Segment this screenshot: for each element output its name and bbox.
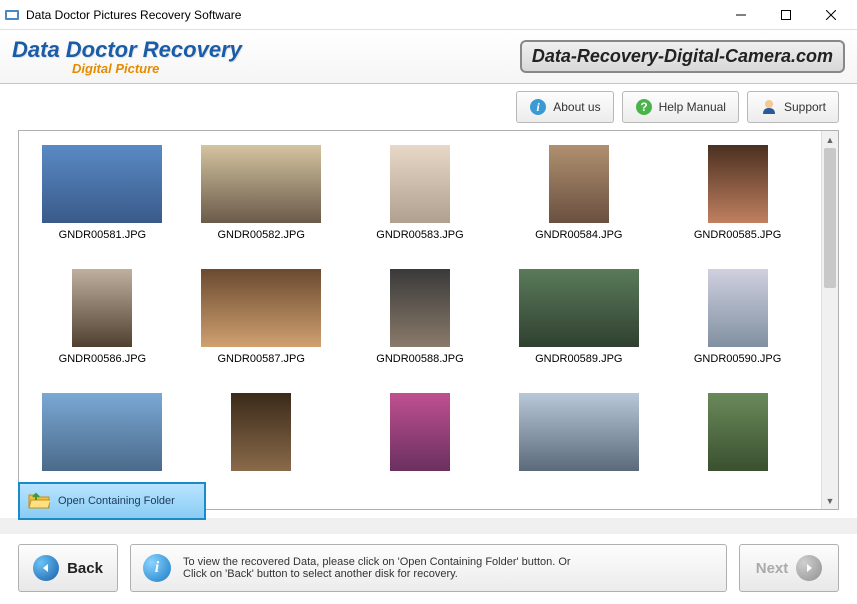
brand-subtitle: Digital Picture bbox=[72, 61, 520, 76]
file-item[interactable]: GNDR00590.JPG bbox=[662, 269, 813, 383]
file-item[interactable]: GNDR00583.JPG bbox=[345, 145, 496, 259]
thumbnail-image bbox=[549, 145, 609, 223]
file-item[interactable]: GNDR00587.JPG bbox=[186, 269, 337, 383]
back-label: Back bbox=[67, 560, 103, 577]
file-item[interactable] bbox=[503, 393, 654, 495]
brand-title: Data Doctor Recovery bbox=[12, 37, 520, 63]
thumbnail-image bbox=[390, 269, 450, 347]
open-containing-folder-button[interactable]: Open Containing Folder bbox=[18, 482, 206, 520]
thumbnail-image bbox=[72, 269, 132, 347]
about-label: About us bbox=[553, 100, 600, 114]
file-item[interactable]: GNDR00581.JPG bbox=[27, 145, 178, 259]
thumbnail-image bbox=[201, 269, 321, 347]
file-name: GNDR00590.JPG bbox=[694, 353, 781, 365]
info-line-2: Click on 'Back' button to select another… bbox=[183, 568, 571, 580]
file-name: GNDR00585.JPG bbox=[694, 229, 781, 241]
support-label: Support bbox=[784, 100, 826, 114]
thumbnail-image bbox=[201, 145, 321, 223]
file-item[interactable]: GNDR00585.JPG bbox=[662, 145, 813, 259]
file-item[interactable] bbox=[27, 393, 178, 495]
open-folder-label: Open Containing Folder bbox=[58, 495, 175, 507]
thumbnail-image bbox=[708, 393, 768, 471]
file-item[interactable]: GNDR00589.JPG bbox=[503, 269, 654, 383]
scrollbar[interactable]: ▲ ▼ bbox=[821, 131, 838, 509]
file-name: GNDR00588.JPG bbox=[376, 353, 463, 365]
gallery-panel: GNDR00581.JPG GNDR00582.JPG GNDR00583.JP… bbox=[18, 130, 839, 510]
file-name: GNDR00589.JPG bbox=[535, 353, 622, 365]
header: Data Doctor Recovery Digital Picture Dat… bbox=[0, 30, 857, 84]
thumbnail-image bbox=[390, 145, 450, 223]
file-item[interactable] bbox=[345, 393, 496, 495]
help-icon: ? bbox=[635, 98, 653, 116]
file-name: GNDR00587.JPG bbox=[217, 353, 304, 365]
info-line-1: To view the recovered Data, please click… bbox=[183, 556, 571, 568]
file-item[interactable]: GNDR00584.JPG bbox=[503, 145, 654, 259]
info-text: To view the recovered Data, please click… bbox=[183, 556, 571, 580]
info-panel: i To view the recovered Data, please cli… bbox=[130, 544, 727, 592]
thumbnail-image bbox=[42, 145, 162, 223]
footer: Back i To view the recovered Data, pleas… bbox=[0, 534, 857, 604]
minimize-button[interactable] bbox=[718, 1, 763, 29]
content-area: GNDR00581.JPG GNDR00582.JPG GNDR00583.JP… bbox=[0, 130, 857, 518]
file-item[interactable]: GNDR00582.JPG bbox=[186, 145, 337, 259]
file-item[interactable]: GNDR00588.JPG bbox=[345, 269, 496, 383]
app-icon bbox=[4, 7, 20, 23]
file-name: GNDR00586.JPG bbox=[59, 353, 146, 365]
window-title: Data Doctor Pictures Recovery Software bbox=[26, 8, 718, 22]
close-button[interactable] bbox=[808, 1, 853, 29]
arrow-left-icon bbox=[33, 555, 59, 581]
thumbnail-image bbox=[42, 393, 162, 471]
next-label: Next bbox=[756, 560, 789, 577]
arrow-right-icon bbox=[796, 555, 822, 581]
help-button[interactable]: ? Help Manual bbox=[622, 91, 739, 123]
info-icon: i bbox=[529, 98, 547, 116]
scroll-up-icon[interactable]: ▲ bbox=[822, 131, 838, 148]
file-name: GNDR00582.JPG bbox=[217, 229, 304, 241]
help-label: Help Manual bbox=[659, 100, 726, 114]
site-badge: Data-Recovery-Digital-Camera.com bbox=[520, 40, 845, 73]
file-name: GNDR00581.JPG bbox=[59, 229, 146, 241]
maximize-button[interactable] bbox=[763, 1, 808, 29]
info-icon: i bbox=[143, 554, 171, 582]
thumbnail-image bbox=[390, 393, 450, 471]
toolbar: i About us ? Help Manual Support bbox=[0, 84, 857, 130]
scroll-down-icon[interactable]: ▼ bbox=[822, 492, 838, 509]
file-name: GNDR00583.JPG bbox=[376, 229, 463, 241]
about-button[interactable]: i About us bbox=[516, 91, 613, 123]
titlebar: Data Doctor Pictures Recovery Software bbox=[0, 0, 857, 30]
thumbnail-image bbox=[519, 393, 639, 471]
support-button[interactable]: Support bbox=[747, 91, 839, 123]
next-button: Next bbox=[739, 544, 839, 592]
svg-text:?: ? bbox=[640, 100, 647, 114]
thumbnail-image bbox=[519, 269, 639, 347]
file-item[interactable] bbox=[662, 393, 813, 495]
thumbnail-image bbox=[708, 145, 768, 223]
thumbnail-image bbox=[231, 393, 291, 471]
file-item[interactable]: GNDR00586.JPG bbox=[27, 269, 178, 383]
brand: Data Doctor Recovery Digital Picture bbox=[12, 37, 520, 76]
file-name: GNDR00584.JPG bbox=[535, 229, 622, 241]
scroll-thumb[interactable] bbox=[824, 148, 836, 288]
thumbnail-image bbox=[708, 269, 768, 347]
folder-icon bbox=[28, 492, 50, 510]
file-item[interactable] bbox=[186, 393, 337, 495]
support-icon bbox=[760, 98, 778, 116]
thumbnail-grid: GNDR00581.JPG GNDR00582.JPG GNDR00583.JP… bbox=[19, 131, 821, 509]
back-button[interactable]: Back bbox=[18, 544, 118, 592]
